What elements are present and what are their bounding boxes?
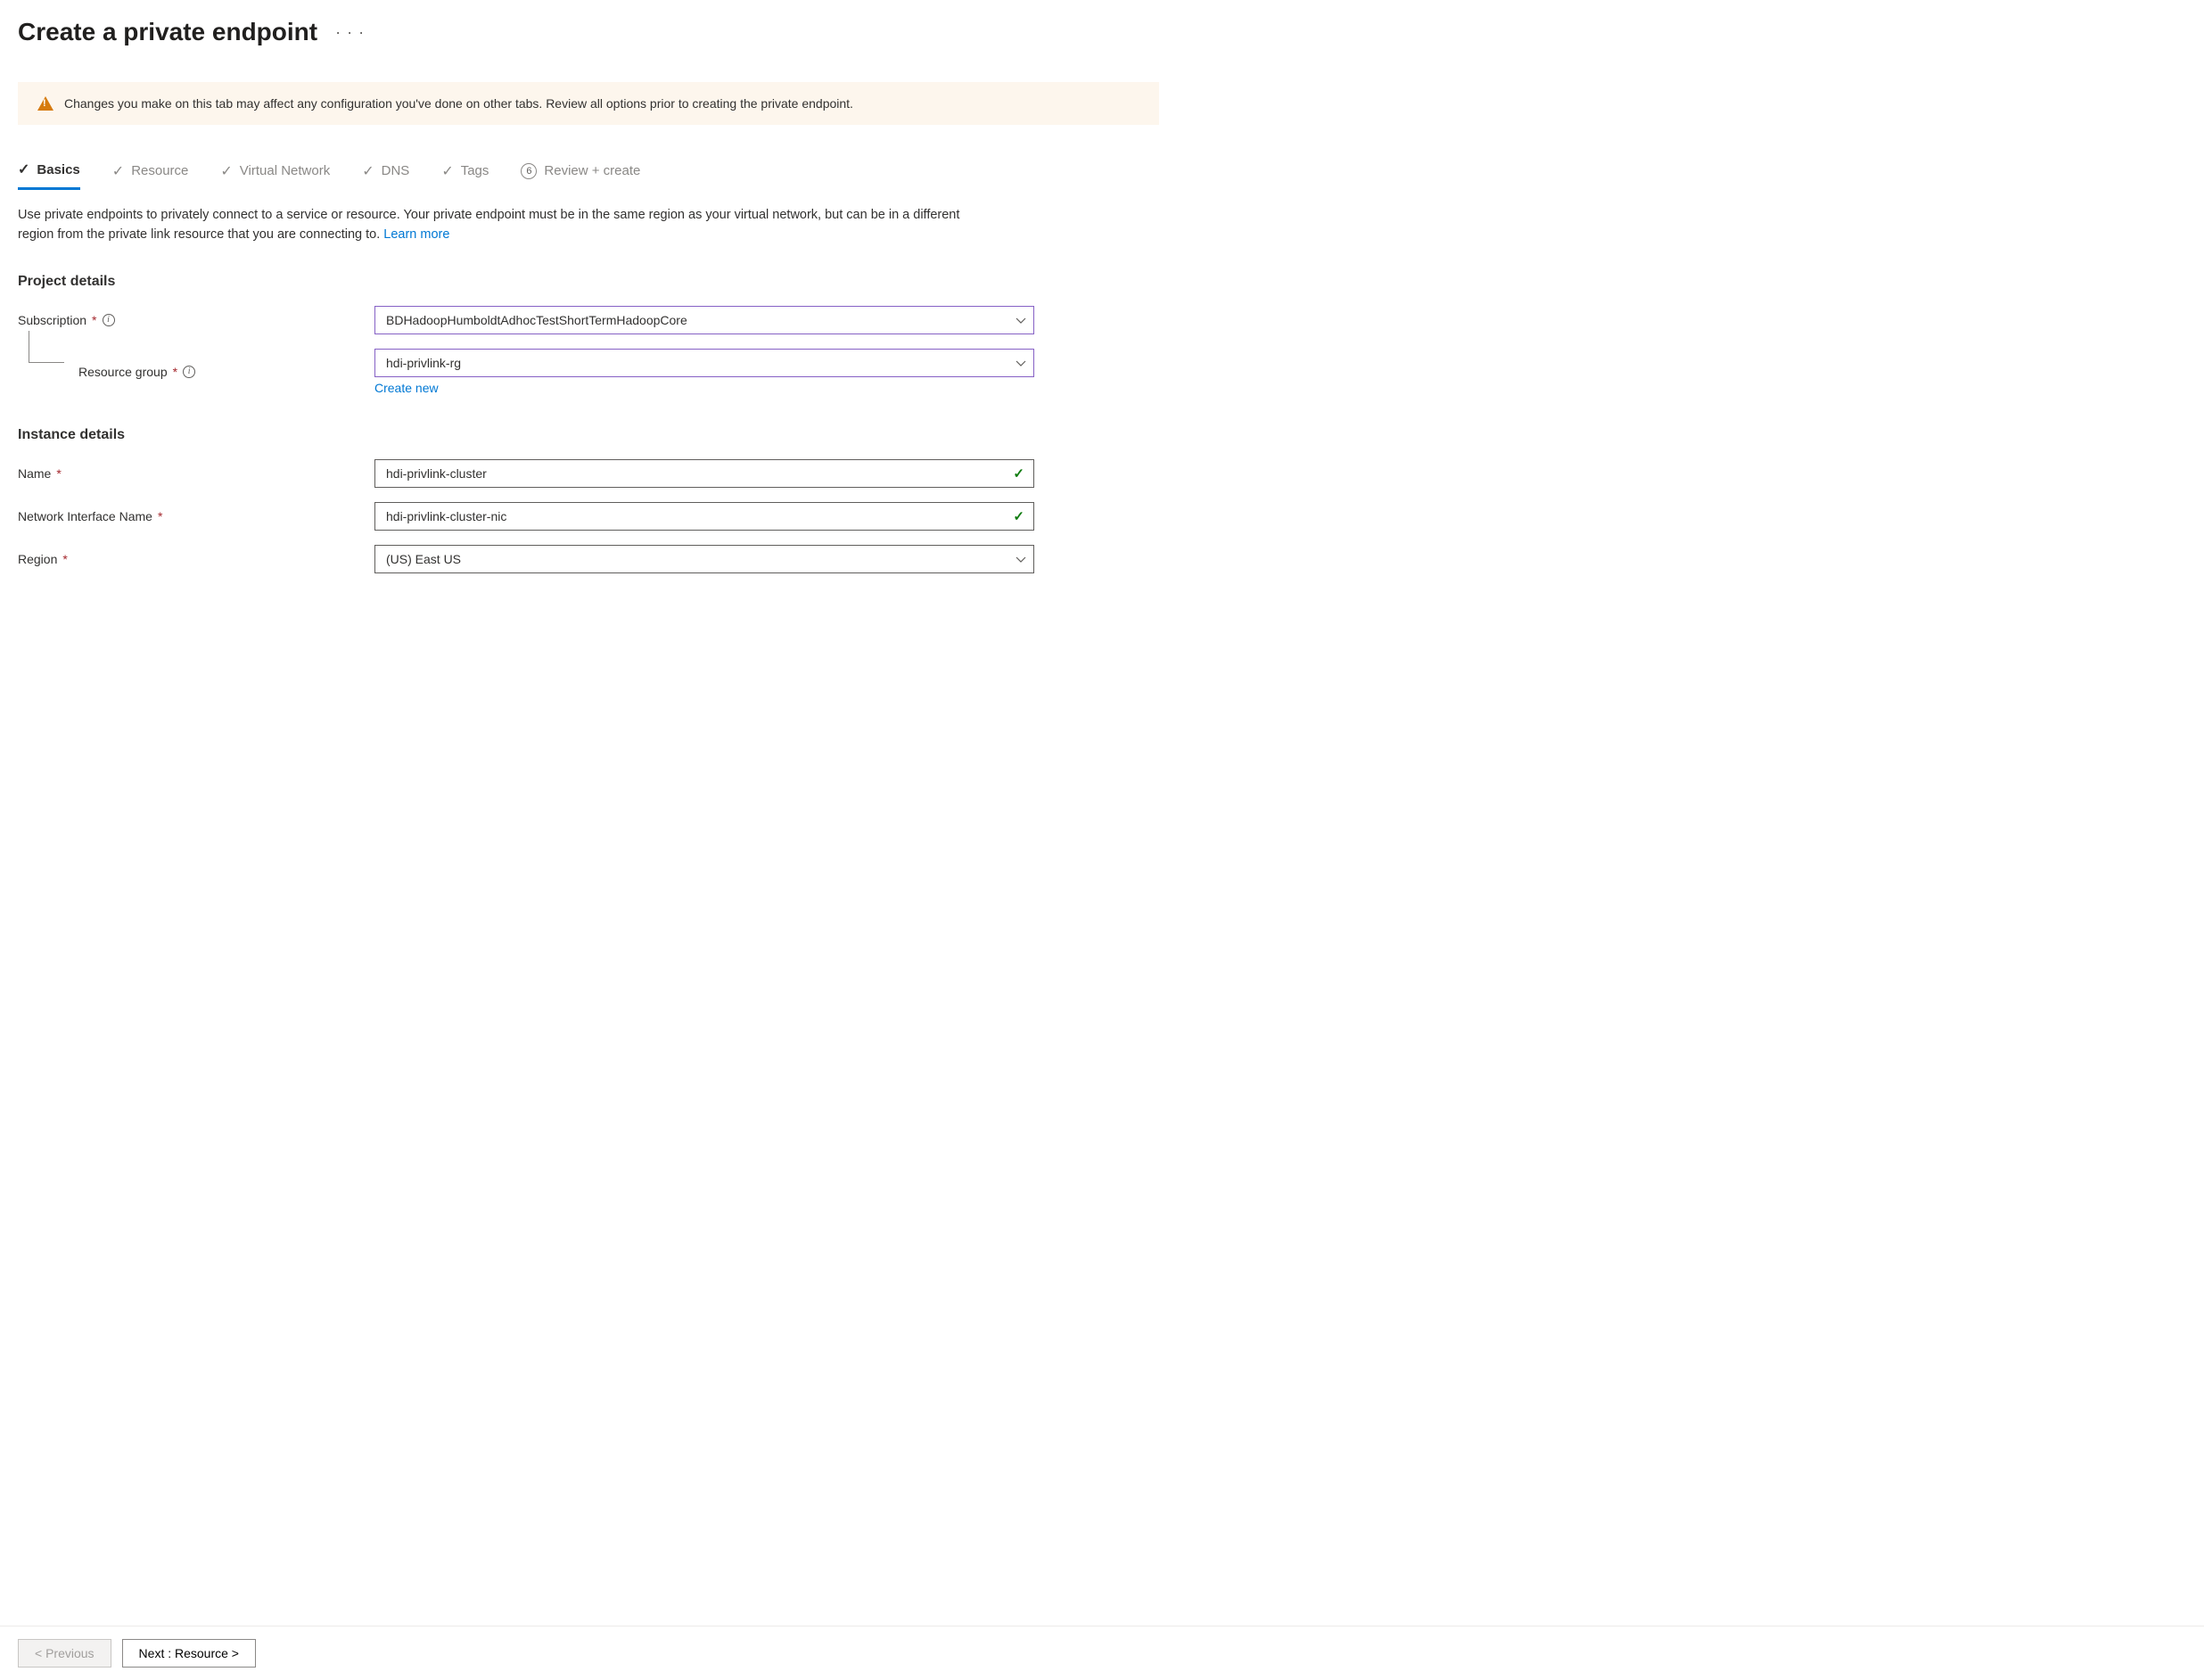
- subscription-value: BDHadoopHumboldtAdhocTestShortTermHadoop…: [386, 313, 687, 327]
- resource-group-value: hdi-privlink-rg: [386, 356, 461, 370]
- name-row: Name * hdi-privlink-cluster ✓: [18, 459, 1159, 488]
- tab-review-create[interactable]: 6 Review + create: [521, 161, 640, 190]
- region-dropdown[interactable]: (US) East US: [374, 545, 1034, 573]
- name-input[interactable]: hdi-privlink-cluster ✓: [374, 459, 1034, 488]
- resource-group-row: Resource group * i hdi-privlink-rg Creat…: [18, 349, 1159, 395]
- info-icon[interactable]: i: [183, 366, 195, 378]
- warning-icon: [37, 96, 53, 111]
- checkmark-icon: ✓: [362, 162, 374, 180]
- nic-name-input[interactable]: hdi-privlink-cluster-nic ✓: [374, 502, 1034, 531]
- subscription-label: Subscription: [18, 313, 86, 327]
- footer: < Previous Next : Resource >: [0, 1626, 2204, 1680]
- tab-label: Basics: [37, 162, 79, 177]
- info-icon[interactable]: i: [103, 314, 115, 326]
- page-title: Create a private endpoint: [18, 18, 317, 46]
- region-value: (US) East US: [386, 552, 461, 566]
- checkmark-icon: ✓: [441, 162, 453, 180]
- checkmark-icon: ✓: [112, 162, 124, 180]
- warning-banner: Changes you make on this tab may affect …: [18, 82, 1159, 125]
- tab-label: Resource: [131, 163, 188, 178]
- tabs: ✓ Basics ✓ Resource ✓ Virtual Network ✓ …: [18, 161, 1159, 190]
- learn-more-link[interactable]: Learn more: [383, 227, 449, 242]
- tab-basics[interactable]: ✓ Basics: [18, 161, 80, 190]
- intro-text-body: Use private endpoints to privately conne…: [18, 208, 959, 242]
- checkmark-icon: ✓: [220, 162, 232, 180]
- tab-dns[interactable]: ✓ DNS: [362, 161, 409, 190]
- chevron-down-icon: [1016, 313, 1026, 327]
- tab-label: Tags: [461, 163, 489, 178]
- required-icon: *: [56, 466, 61, 481]
- checkmark-icon: ✓: [18, 161, 29, 178]
- nic-name-value: hdi-privlink-cluster-nic: [386, 509, 506, 523]
- subscription-dropdown[interactable]: BDHadoopHumboldtAdhocTestShortTermHadoop…: [374, 306, 1034, 334]
- more-icon[interactable]: · · ·: [335, 23, 365, 42]
- tab-tags[interactable]: ✓ Tags: [441, 161, 489, 190]
- page-header: Create a private endpoint · · ·: [18, 18, 1159, 46]
- valid-check-icon: ✓: [1013, 508, 1024, 524]
- subscription-row: Subscription * i BDHadoopHumboldtAdhocTe…: [18, 306, 1159, 334]
- region-label: Region: [18, 552, 57, 566]
- nic-name-row: Network Interface Name * hdi-privlink-cl…: [18, 502, 1159, 531]
- tab-virtual-network[interactable]: ✓ Virtual Network: [220, 161, 330, 190]
- indent-line-icon: [29, 331, 64, 363]
- previous-button: < Previous: [18, 1639, 111, 1668]
- tab-label: Review + create: [544, 163, 640, 178]
- project-details-heading: Project details: [18, 274, 1159, 290]
- resource-group-label: Resource group: [78, 365, 168, 379]
- next-button[interactable]: Next : Resource >: [122, 1639, 256, 1668]
- tab-label: Virtual Network: [240, 163, 330, 178]
- required-icon: *: [62, 552, 67, 566]
- name-label: Name: [18, 466, 51, 481]
- create-new-link[interactable]: Create new: [374, 381, 1034, 395]
- valid-check-icon: ✓: [1013, 465, 1024, 482]
- required-icon: *: [173, 365, 177, 379]
- tab-resource[interactable]: ✓ Resource: [112, 161, 189, 190]
- step-number-icon: 6: [521, 163, 537, 179]
- warning-text: Changes you make on this tab may affect …: [64, 96, 853, 111]
- resource-group-dropdown[interactable]: hdi-privlink-rg: [374, 349, 1034, 377]
- nic-name-label: Network Interface Name: [18, 509, 152, 523]
- required-icon: *: [92, 313, 96, 327]
- chevron-down-icon: [1016, 356, 1026, 370]
- intro-text: Use private endpoints to privately conne…: [18, 206, 999, 245]
- tab-label: DNS: [382, 163, 410, 178]
- instance-details-heading: Instance details: [18, 427, 1159, 443]
- name-value: hdi-privlink-cluster: [386, 466, 487, 481]
- chevron-down-icon: [1016, 552, 1026, 566]
- region-row: Region * (US) East US: [18, 545, 1159, 573]
- required-icon: *: [158, 509, 162, 523]
